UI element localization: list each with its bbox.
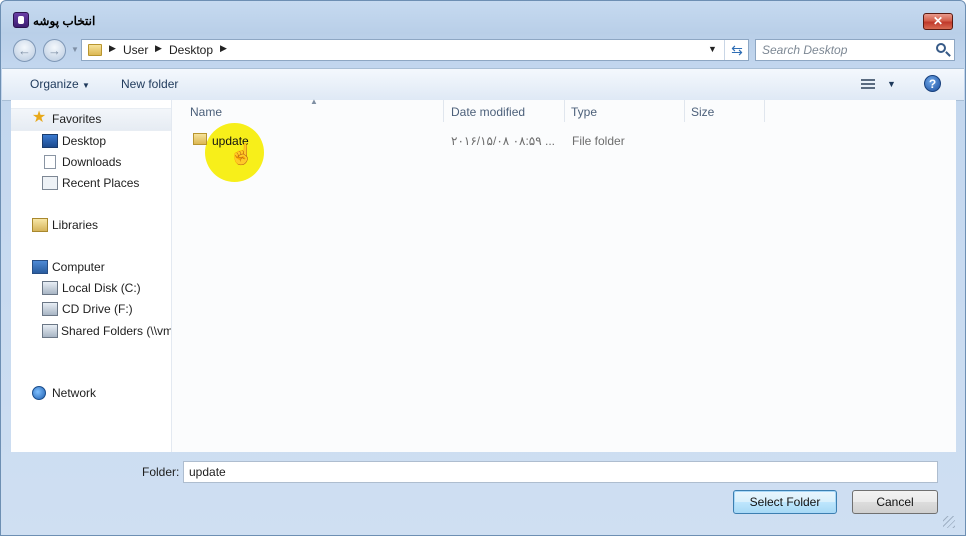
folder-name-field[interactable]: update [183,461,938,483]
back-arrow-icon: ← [18,43,31,58]
file-list: ▲ Name Date modified Type Size update ۲۰… [172,97,956,452]
local-disk-icon [42,281,58,295]
select-folder-button[interactable]: Select Folder [733,490,837,514]
navigation-pane: ★ Favorites Desktop Downloads Recent Pla… [11,100,172,452]
shared-folders-icon [42,324,58,338]
search-placeholder: Search Desktop [762,43,848,57]
column-header-name[interactable]: Name [190,105,222,119]
downloads-icon [44,155,56,169]
hand-cursor-icon: ☝ [229,144,254,166]
sidebar-item-computer[interactable]: Computer [52,260,105,274]
forward-button[interactable]: → [43,39,66,62]
cancel-button[interactable]: Cancel [852,490,938,514]
search-box[interactable]: Search Desktop [755,39,955,61]
chevron-right-icon[interactable]: ▶ [155,43,162,54]
column-divider[interactable] [684,100,685,122]
chevron-right-icon[interactable]: ▶ [220,43,227,54]
cd-drive-icon [42,302,58,316]
sidebar-item-favorites[interactable]: Favorites [52,112,101,126]
recent-places-icon [42,176,58,190]
sidebar-item-libraries[interactable]: Libraries [52,218,98,232]
address-dropdown-icon[interactable]: ▼ [708,44,717,54]
organize-button[interactable]: Organize ▼ [30,77,90,91]
chevron-right-icon[interactable]: ▶ [109,43,116,54]
select-folder-dialog: انتخاب پوشه ✕ ← → ▼ ▶ User ▶ Desktop ▶ ▼… [0,0,966,536]
address-bar[interactable]: ▶ User ▶ Desktop ▶ ▼ ⇆ [81,39,749,61]
column-divider[interactable] [764,100,765,122]
sidebar-item-downloads[interactable]: Downloads [62,155,121,169]
close-button[interactable]: ✕ [923,13,953,30]
command-bar: Organize ▼ New folder ▼ ? [2,68,964,101]
window-title: انتخاب پوشه [33,14,96,28]
column-divider[interactable] [564,100,565,122]
folder-icon [88,44,102,56]
star-icon: ★ [31,109,47,126]
sidebar-item-local-disk[interactable]: Local Disk (C:) [62,281,141,295]
new-folder-button[interactable]: New folder [121,77,178,91]
file-type: File folder [572,134,625,148]
column-header-date-modified[interactable]: Date modified [451,105,525,119]
sidebar-item-desktop[interactable]: Desktop [62,134,106,148]
sidebar-item-recent-places[interactable]: Recent Places [62,176,139,190]
resize-grip-icon[interactable] [943,516,955,528]
network-icon [32,386,46,400]
chevron-down-icon: ▼ [82,81,90,90]
sidebar-item-cd-drive[interactable]: CD Drive (F:) [62,302,133,316]
desktop-icon [42,134,58,148]
column-header-size[interactable]: Size [691,105,714,119]
refresh-icon[interactable]: ⇆ [724,40,749,60]
sort-ascending-icon: ▲ [310,97,318,106]
help-icon[interactable]: ? [924,75,941,92]
search-icon[interactable] [936,43,946,53]
forward-arrow-icon: → [48,43,61,58]
column-header-type[interactable]: Type [571,105,597,119]
back-button[interactable]: ← [13,39,36,62]
libraries-icon [32,218,48,232]
recent-pages-dropdown-icon[interactable]: ▼ [71,45,79,54]
breadcrumb-user[interactable]: User [123,43,148,57]
folder-label: Folder: [142,465,180,479]
file-date-modified: ۲۰۱۶/۱۵/۰۸ ۰۸:۵۹ ... [451,134,556,148]
title-bar: انتخاب پوشه ✕ [1,1,965,35]
organize-label: Organize [30,77,79,91]
computer-icon [32,260,48,274]
chevron-down-icon[interactable]: ▼ [887,79,896,89]
sidebar-item-network[interactable]: Network [52,386,96,400]
breadcrumb-desktop[interactable]: Desktop [169,43,213,57]
folder-icon [193,133,207,145]
sidebar-item-shared-folders[interactable]: Shared Folders (\\vm [61,324,171,338]
column-divider[interactable] [443,100,444,122]
view-options-icon[interactable] [861,79,875,89]
app-icon [13,12,29,28]
